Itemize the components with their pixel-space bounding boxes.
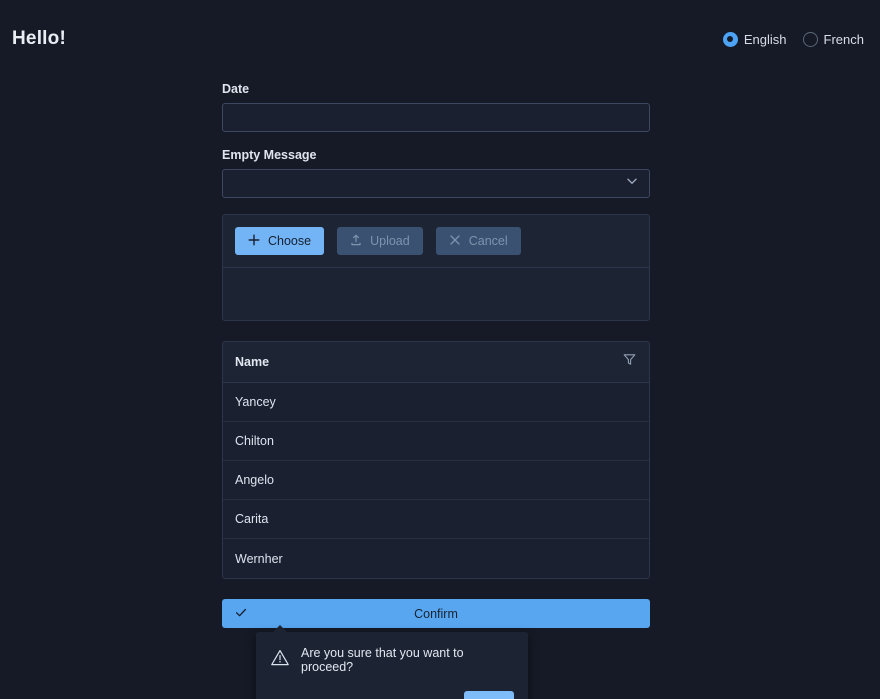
app-header: Hello! English French [0,0,880,78]
confirm-popup-message: Are you sure that you want to proceed? [301,646,464,674]
confirm-popup-actions: No Yes [270,691,514,699]
date-label: Date [222,82,250,96]
cancel-upload-button[interactable]: Cancel [435,227,521,255]
language-option-french-label: French [823,31,864,47]
confirm-button[interactable]: Confirm [222,599,650,628]
table-cell-name: Carita [235,512,269,526]
choose-file-button[interactable]: Choose [235,227,325,255]
check-icon [234,605,248,622]
table-cell-name: Angelo [235,473,274,487]
cancel-upload-button-label: Cancel [468,234,508,248]
names-table: Name Yancey Chilton Angelo Carita Wernhe… [222,341,650,579]
table-header-row: Name [223,342,649,383]
table-cell-name: Wernher [235,551,283,566]
page-title: Hello! [12,28,66,49]
app-root: Hello! English French Date Empty Message [0,0,880,699]
upload-file-button[interactable]: Upload [337,227,423,255]
empty-message-label: Empty Message [222,148,317,162]
column-header-name: Name [235,355,270,369]
confirm-area: Confirm Are you sure that you want to pr… [222,599,650,699]
confirm-popup-no-button[interactable]: No [418,692,454,699]
language-radio-group: English French [722,31,864,47]
language-option-english-label: English [743,31,787,47]
table-row[interactable]: Angelo [223,461,649,500]
upload-file-button-label: Upload [370,234,410,248]
table-cell-name: Yancey [235,395,276,409]
date-field-block: Date [222,82,650,132]
close-icon [449,234,461,249]
chevron-down-icon [625,174,639,193]
confirm-popup-yes-button[interactable]: Yes [463,691,514,699]
confirm-popup: Are you sure that you want to proceed? N… [256,625,528,699]
plus-icon [248,234,260,249]
radio-english-icon[interactable] [722,31,738,47]
choose-file-button-label: Choose [268,234,312,248]
warning-triangle-icon [270,648,290,673]
table-row[interactable]: Yancey [223,383,649,422]
language-option-english[interactable]: English [722,31,787,47]
empty-message-field-block: Empty Message [222,148,650,198]
language-option-french[interactable]: French [802,31,864,47]
upload-icon [350,234,362,249]
table-row[interactable]: Chilton [223,422,649,461]
table-row[interactable]: Wernher [223,539,649,578]
form-column: Date Empty Message Choose Upload Cancel … [222,82,650,699]
date-input[interactable] [222,103,650,132]
empty-message-dropdown[interactable] [222,169,650,198]
confirm-popup-message-row: Are you sure that you want to proceed? [270,646,514,674]
confirm-button-label: Confirm [414,606,458,621]
filter-icon[interactable] [622,352,637,372]
radio-french-icon[interactable] [802,31,818,47]
file-upload-empty-list [223,268,649,320]
file-upload-panel: Choose Upload Cancel [222,214,650,321]
file-upload-toolbar: Choose Upload Cancel [223,215,649,268]
table-cell-name: Chilton [235,434,274,448]
table-row[interactable]: Carita [223,500,649,539]
